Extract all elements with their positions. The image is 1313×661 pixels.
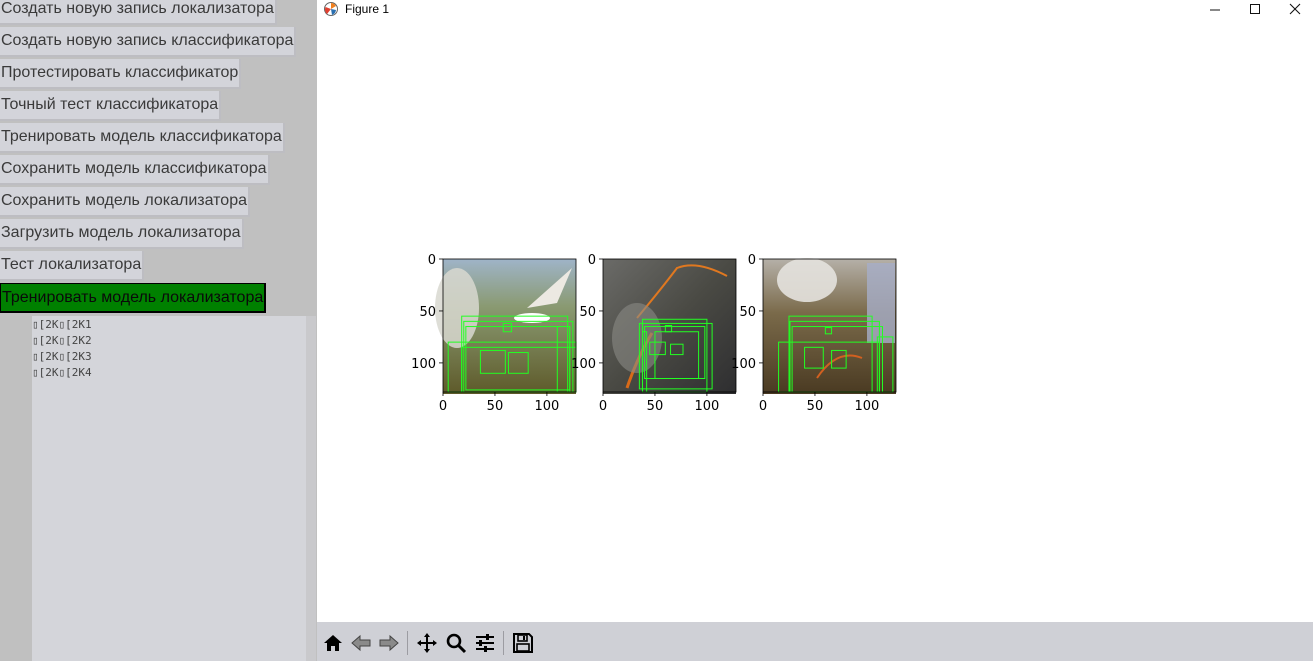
axes-3-image bbox=[763, 258, 896, 394]
y-tick-label: 100 bbox=[411, 357, 436, 372]
x-tick-label: 0 bbox=[599, 399, 607, 414]
create-classifier-record-button[interactable]: Создать новую запись классификатора bbox=[0, 27, 297, 57]
log-line: ▯[2K▯[2K3 bbox=[32, 350, 92, 363]
minimize-button[interactable] bbox=[1195, 0, 1235, 18]
back-button[interactable] bbox=[349, 631, 373, 655]
y-tick-label: 0 bbox=[748, 253, 756, 268]
navigation-toolbar bbox=[317, 622, 1313, 661]
x-tick-label: 50 bbox=[647, 399, 664, 414]
y-tick-label: 50 bbox=[739, 305, 756, 320]
matplotlib-figure-window: Figure 1 0 50 100 0 50 100 0 50 100 0 50… bbox=[317, 0, 1313, 661]
exact-classifier-test-button[interactable]: Точный тест классификатора bbox=[0, 91, 222, 121]
close-button[interactable] bbox=[1275, 0, 1313, 18]
close-icon bbox=[1289, 3, 1301, 15]
window-titlebar[interactable]: Figure 1 bbox=[317, 0, 1313, 18]
log-line: ▯[2K▯[2K4 bbox=[32, 366, 92, 379]
x-tick-label: 100 bbox=[854, 399, 879, 414]
test-classifier-button[interactable]: Протестировать классификатор bbox=[0, 59, 242, 89]
figure-canvas[interactable]: 0 50 100 0 50 100 0 50 100 0 50 100 0 50 100 0 50 100 bbox=[317, 18, 1313, 622]
minimize-icon bbox=[1210, 9, 1220, 11]
log-line: ▯[2K▯[2K2 bbox=[32, 334, 92, 347]
y-tick-label: 100 bbox=[731, 357, 756, 372]
toolbar-separator bbox=[503, 631, 504, 655]
forward-button[interactable] bbox=[377, 631, 401, 655]
x-tick-label: 0 bbox=[439, 399, 447, 414]
window-title: Figure 1 bbox=[345, 2, 390, 16]
log-scrollbar[interactable] bbox=[306, 316, 316, 661]
x-tick-label: 50 bbox=[807, 399, 824, 414]
save-classifier-button[interactable]: Сохранить модель классификатора bbox=[0, 155, 270, 185]
pan-icon bbox=[417, 633, 437, 653]
y-tick-label: 50 bbox=[419, 305, 436, 320]
x-tick-label: 0 bbox=[759, 399, 767, 414]
log-gutter bbox=[0, 316, 32, 661]
x-tick-label: 50 bbox=[487, 399, 504, 414]
load-localizer-button[interactable]: Загрузить модель локализатора bbox=[0, 219, 244, 249]
train-classifier-button[interactable]: Тренировать модель классификатора bbox=[0, 123, 285, 153]
maximize-icon bbox=[1250, 4, 1260, 14]
matplotlib-app-icon bbox=[324, 2, 338, 16]
x-tick-label: 100 bbox=[534, 399, 559, 414]
log-textbox[interactable]: ▯[2K▯[2K1 ▯[2K▯[2K2 ▯[2K▯[2K3 ▯[2K▯[2K4 bbox=[32, 316, 306, 661]
save-figure-button[interactable] bbox=[511, 631, 535, 655]
toolbar-separator bbox=[407, 631, 408, 655]
zoom-button[interactable] bbox=[444, 631, 468, 655]
create-localizer-record-button[interactable]: Создать новую запись локализатора bbox=[0, 0, 277, 25]
train-localizer-button[interactable]: Тренировать модель локализатора bbox=[0, 283, 267, 313]
y-tick-label: 0 bbox=[428, 253, 436, 268]
configure-subplots-button[interactable] bbox=[473, 631, 497, 655]
pan-button[interactable] bbox=[415, 631, 439, 655]
home-icon bbox=[324, 635, 342, 651]
log-line: ▯[2K▯[2K1 bbox=[32, 318, 92, 331]
save-localizer-button[interactable]: Сохранить модель локализатора bbox=[0, 187, 250, 217]
test-localizer-button[interactable]: Тест локализатора bbox=[0, 251, 145, 281]
configure-subplots-icon bbox=[476, 634, 494, 652]
y-tick-label: 0 bbox=[588, 253, 596, 268]
forward-icon bbox=[379, 634, 399, 652]
back-icon bbox=[351, 634, 371, 652]
save-icon bbox=[513, 633, 533, 653]
maximize-button[interactable] bbox=[1235, 0, 1275, 18]
tk-control-panel: Создать новую запись локализатора Создат… bbox=[0, 0, 318, 661]
y-tick-label: 50 bbox=[579, 305, 596, 320]
y-tick-label: 100 bbox=[571, 357, 596, 372]
x-tick-label: 100 bbox=[694, 399, 719, 414]
zoom-icon bbox=[446, 633, 467, 654]
home-button[interactable] bbox=[321, 631, 345, 655]
